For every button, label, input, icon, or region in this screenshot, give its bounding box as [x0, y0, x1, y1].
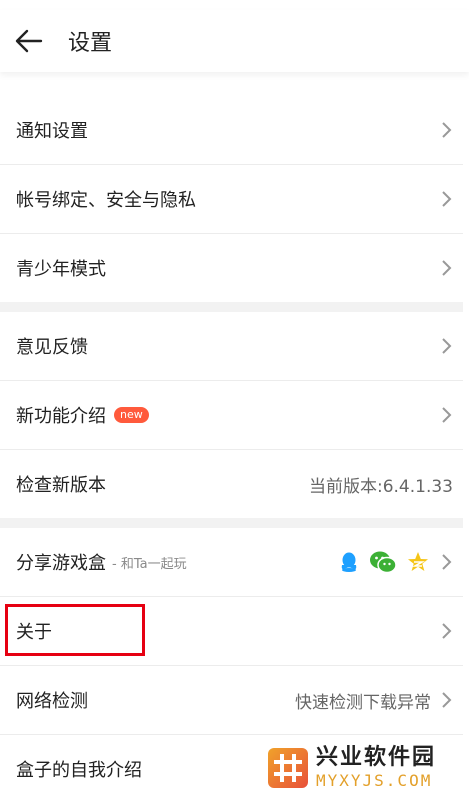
chevron-right-icon — [442, 191, 452, 207]
watermark-title: 兴业软件园 — [316, 745, 437, 770]
row-sublabel: - 和Ta一起玩 — [112, 556, 187, 572]
row-label: 通知设置 — [16, 121, 88, 142]
back-button[interactable] — [14, 26, 44, 56]
row-label: 检查新版本 — [16, 475, 106, 496]
account-security-privacy-row[interactable]: 帐号绑定、安全与隐私 — [0, 165, 469, 234]
row-label: 分享游戏盒 — [16, 553, 106, 574]
teen-mode-row[interactable]: 青少年模式 — [0, 234, 469, 302]
watermark: 兴业软件园 MYXYJS.COM — [264, 736, 469, 800]
back-arrow-icon — [15, 29, 43, 53]
row-label: 新功能介绍 — [16, 406, 106, 427]
top-spacer — [0, 72, 469, 96]
watermark-logo-icon — [268, 748, 308, 788]
network-check-value: 快速检测下载异常 — [295, 692, 431, 713]
new-features-row[interactable]: 新功能介绍 new — [0, 381, 469, 450]
wechat-icon[interactable] — [369, 550, 397, 574]
chevron-right-icon — [442, 260, 452, 276]
row-label: 帐号绑定、安全与隐私 — [16, 190, 196, 211]
row-label: 青少年模式 — [16, 259, 106, 280]
row-label: 网络检测 — [16, 691, 88, 712]
check-version-row[interactable]: 检查新版本 当前版本:6.4.1.33 — [0, 450, 469, 518]
row-label: 意见反馈 — [16, 337, 88, 358]
chevron-right-icon — [442, 623, 452, 639]
settings-group-2: 意见反馈 新功能介绍 new 检查新版本 当前版本:6.4.1.33 — [0, 312, 469, 518]
edge-strip — [463, 0, 469, 800]
new-badge: new — [114, 407, 149, 423]
settings-group-1: 通知设置 帐号绑定、安全与隐私 青少年模式 — [0, 96, 469, 302]
version-value: 当前版本:6.4.1.33 — [308, 476, 453, 497]
feedback-row[interactable]: 意见反馈 — [0, 312, 469, 381]
section-divider — [0, 518, 469, 528]
chevron-right-icon — [442, 338, 452, 354]
chevron-right-icon — [442, 692, 452, 708]
chevron-right-icon — [442, 122, 452, 138]
row-label: 盒子的自我介绍 — [16, 760, 142, 781]
section-divider — [0, 302, 469, 312]
qq-icon[interactable] — [339, 551, 359, 573]
network-check-row[interactable]: 网络检测 快速检测下载异常 — [0, 666, 469, 735]
top-bar: 设置 — [0, 10, 469, 72]
share-game-box-row[interactable]: 分享游戏盒 - 和Ta一起玩 — [0, 528, 469, 597]
about-highlight-box — [5, 604, 145, 656]
watermark-url: MYXYJS.COM — [316, 771, 433, 790]
status-bar — [0, 0, 469, 10]
chevron-right-icon — [442, 554, 452, 570]
notification-settings-row[interactable]: 通知设置 — [0, 96, 469, 165]
page-title: 设置 — [68, 31, 113, 56]
chevron-right-icon — [442, 407, 452, 423]
qzone-star-icon[interactable] — [407, 551, 429, 573]
